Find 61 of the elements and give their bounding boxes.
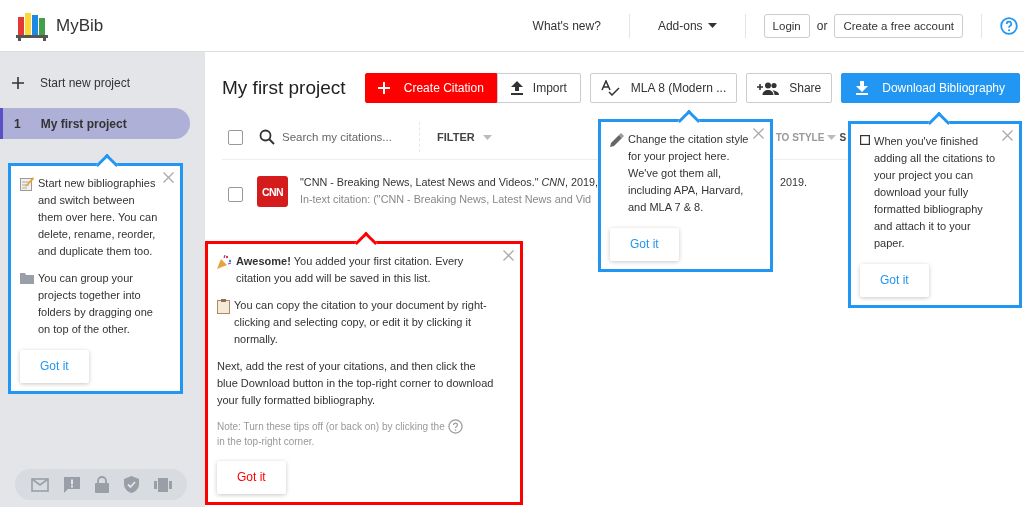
caret-icon [707,23,717,28]
caret-icon [827,134,837,140]
tip-note: Note: Turn these tips off (or back on) by clicking the [217,420,445,434]
add-people-icon [757,81,780,95]
plus-icon [12,77,24,89]
select-all-checkbox[interactable] [228,129,243,145]
tip-text: Next, add the rest of your citations, and then click the blue Download button in the top-right corner to download your fully formatted bibliography. [217,359,495,408]
share-button[interactable]: Share [746,73,833,103]
help-icon [447,419,463,434]
square-icon [860,135,870,145]
project-number: 1 [14,116,21,131]
or-text: or [816,18,828,33]
tip-text: Start new bibliographies and switch between them over here. You can delete, rename, reorder, and duplicate them too. [38,176,159,259]
citation-reference-end: 2019. [779,176,807,188]
close-icon[interactable] [503,250,514,261]
close-icon[interactable] [753,128,764,139]
citation-checkbox[interactable] [228,187,243,202]
project-item[interactable]: 1 My first project [0,108,190,139]
books-logo-icon [15,10,49,41]
close-icon[interactable] [163,172,174,183]
signup-button[interactable]: Create a free account [834,13,963,38]
lock-icon[interactable] [94,476,109,493]
project-title: My first project [222,77,346,99]
tip-note: in the top-right corner. [217,435,315,449]
help-icon[interactable] [1000,16,1018,35]
close-icon[interactable] [1002,130,1013,141]
clipboard-icon [217,299,230,314]
mail-icon[interactable] [30,477,49,492]
citation-style-button[interactable]: MLA 8 (Modern ... [589,73,738,103]
project-name: My first project [40,116,127,131]
got-it-button[interactable]: Got it [217,461,286,494]
download-icon [856,81,869,95]
citation-reference[interactable]: "CNN - Breaking News, Latest News and Videos." CNN, 2019, [300,176,598,188]
plus-icon [377,82,390,94]
caret-icon [482,134,492,140]
create-citation-button[interactable]: Create Citation [364,73,497,103]
in-text-citation: In-text citation: ("CNN - Breaking News, Latest News and Vid [300,193,593,205]
nav-link[interactable]: What's new? [522,18,611,33]
brand-name: MyBib [56,15,104,36]
party-popper-icon [217,255,232,269]
tip-text: You can copy the citation to your document by right-clicking and selecting copy, or edit it by clicking it normally. [234,298,488,347]
search-icon [259,129,275,145]
import-button[interactable]: Import [496,73,581,103]
addons-menu[interactable]: Add-ons [647,18,727,33]
source-logo: CNN [257,176,288,207]
feedback-icon[interactable] [63,476,80,493]
filter-dropdown[interactable]: FILTER [425,131,504,143]
pencil-icon [610,133,624,147]
spellcheck-icon [600,80,621,96]
cards-icon[interactable] [153,477,172,492]
tip-text: You can group your projects together into folders by dragging one on top of the other. [38,271,154,337]
new-project-button[interactable]: Start new project [0,72,205,94]
tip-text: Change the citation style for your project here. We've got them all, including APA, Harvard, and MLA 7 & 8. [628,132,749,215]
upload-icon [510,81,523,95]
tip-text: When you've finished adding all the citations to your project you can download your fully formatted bibliography and attach it to your paper. [874,134,997,251]
memo-icon [20,177,34,191]
tip-text: Awesome! You added your first citation. Every citation you add will be saved in this list. [236,254,465,286]
login-button[interactable]: Login [763,13,810,38]
shield-check-icon[interactable] [123,476,139,493]
show-dropdown[interactable]: S [839,131,847,143]
folder-icon [20,272,34,284]
